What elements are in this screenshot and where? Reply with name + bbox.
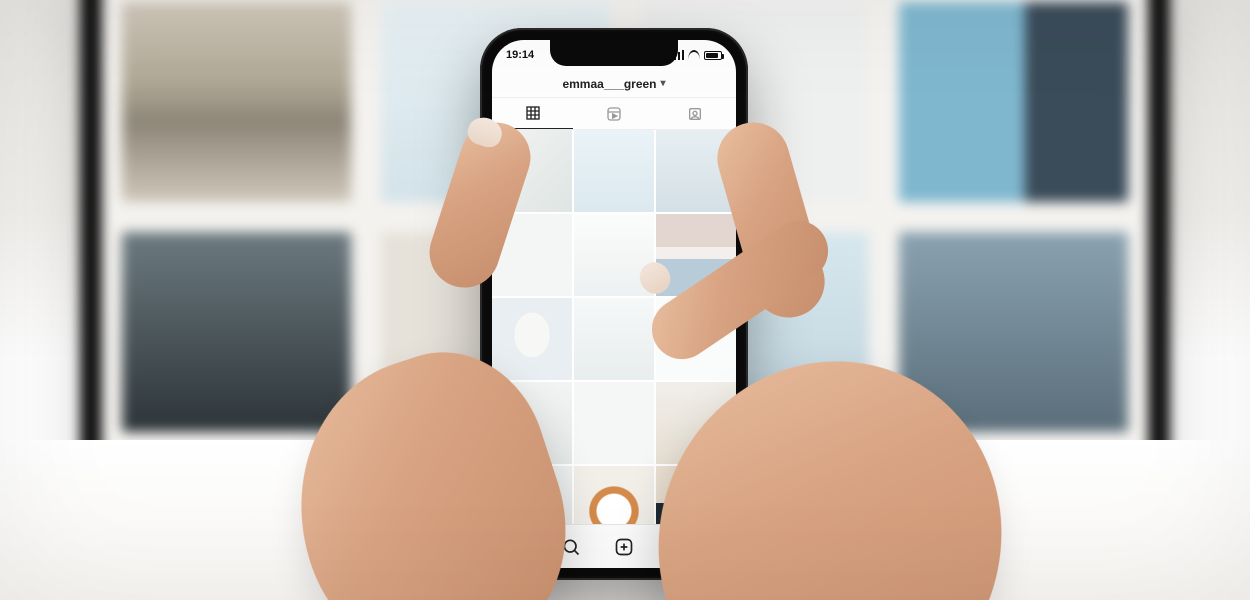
battery-icon (704, 51, 722, 60)
chevron-down-icon: ▾ (661, 78, 666, 89)
phone-notch (550, 40, 678, 66)
grid-photo[interactable] (574, 382, 654, 464)
monitor-tile (122, 232, 351, 432)
wifi-icon (688, 50, 700, 60)
grid-photo[interactable] (492, 298, 572, 380)
tagged-icon (687, 106, 703, 122)
tab-tagged[interactable] (655, 98, 736, 129)
nav-create[interactable] (614, 537, 634, 557)
grid-icon (525, 105, 541, 121)
profile-header[interactable]: emmaa___green ▾ (492, 70, 736, 98)
photo-scene: 19:14 emmaa___green ▾ (0, 0, 1250, 600)
reels-icon (606, 106, 622, 122)
status-time: 19:14 (506, 49, 534, 61)
monitor-tile (122, 2, 351, 202)
profile-grid-tabs (492, 98, 736, 130)
monitor-tile (899, 2, 1128, 202)
tab-reels[interactable] (573, 98, 654, 129)
plus-icon (614, 537, 634, 557)
profile-username: emmaa___green (562, 77, 656, 91)
grid-photo[interactable] (574, 298, 654, 380)
grid-photo[interactable] (574, 130, 654, 212)
